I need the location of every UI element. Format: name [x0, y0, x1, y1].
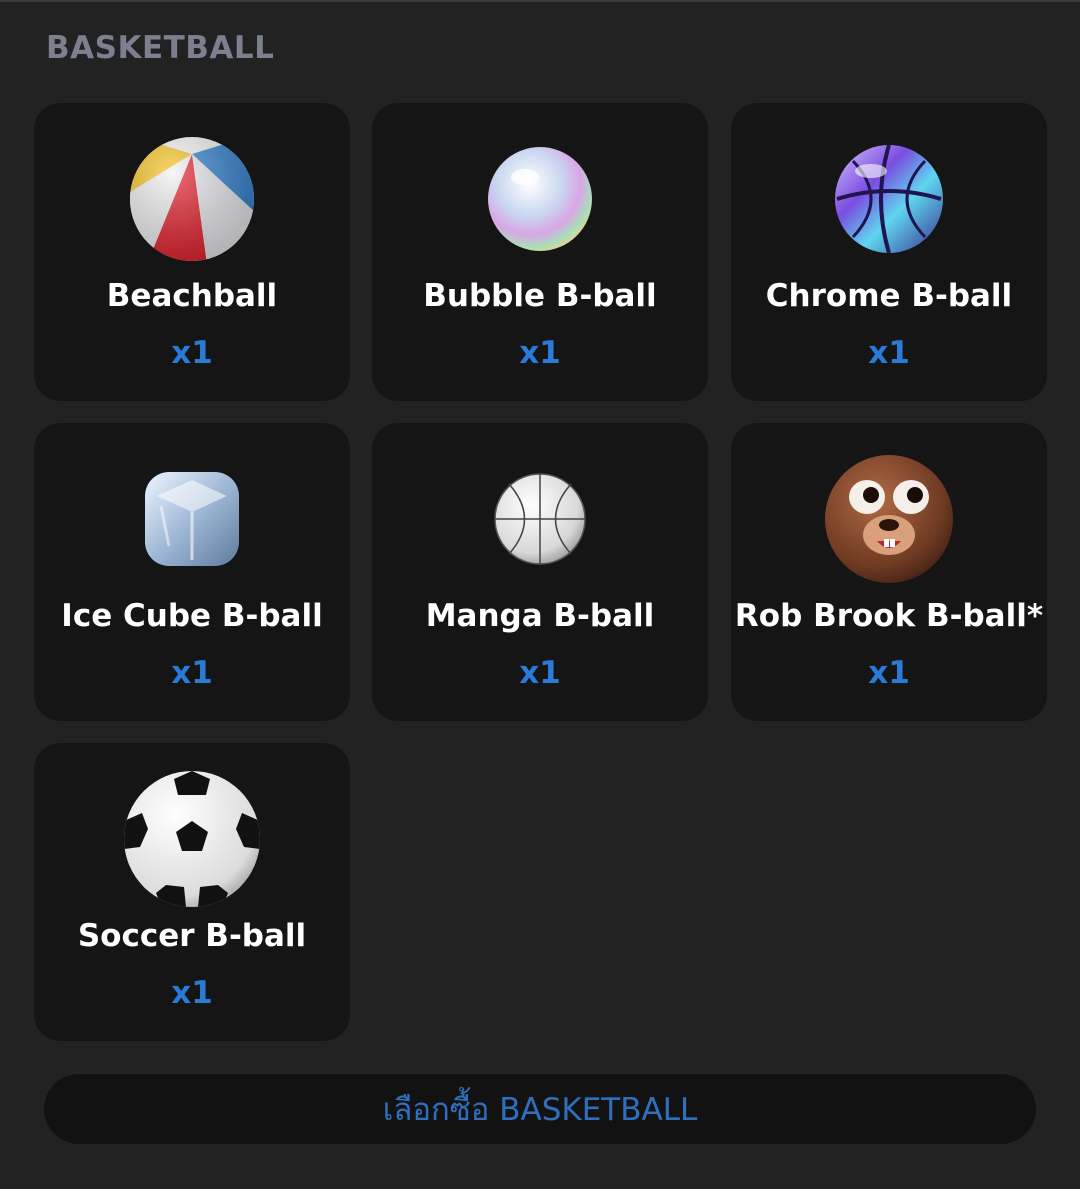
item-quantity: x1	[868, 655, 910, 691]
soccer-ball-icon	[122, 769, 262, 909]
item-name: Beachball	[106, 278, 278, 314]
item-card-manga-b-ball[interactable]: Manga B-ball x1	[372, 423, 708, 721]
item-card-beachball[interactable]: Beachball x1	[34, 103, 350, 401]
item-quantity: x1	[868, 335, 910, 371]
item-quantity: x1	[519, 335, 561, 371]
item-card-ice-cube-b-ball[interactable]: Ice Cube B-ball x1	[34, 423, 350, 721]
rob-brook-face-icon	[819, 449, 959, 589]
shop-basketball-button[interactable]: เลือกซื้อ BASKETBALL	[44, 1074, 1036, 1144]
top-divider	[0, 0, 1080, 2]
item-name: Soccer B-ball	[77, 918, 307, 954]
chrome-ball-icon	[819, 129, 959, 269]
beachball-icon	[122, 129, 262, 269]
item-card-bubble-b-ball[interactable]: Bubble B-ball x1	[372, 103, 708, 401]
item-name: Bubble B-ball	[423, 278, 657, 314]
item-quantity: x1	[519, 655, 561, 691]
item-card-chrome-b-ball[interactable]: Chrome B-ball x1	[731, 103, 1047, 401]
item-card-rob-brook-b-ball[interactable]: Rob Brook B-ball* x1	[731, 423, 1047, 721]
manga-ball-icon	[470, 449, 610, 589]
item-name: Rob Brook B-ball*	[734, 598, 1044, 634]
item-name: Chrome B-ball	[765, 278, 1013, 314]
item-quantity: x1	[171, 335, 213, 371]
item-name: Ice Cube B-ball	[61, 598, 323, 634]
item-quantity: x1	[171, 655, 213, 691]
ice-cube-icon	[122, 449, 262, 589]
item-name: Manga B-ball	[425, 598, 655, 634]
item-quantity: x1	[171, 975, 213, 1011]
bubble-ball-icon	[470, 129, 610, 269]
section-title: BASKETBALL	[46, 30, 275, 66]
item-card-soccer-b-ball[interactable]: Soccer B-ball x1	[34, 743, 350, 1041]
